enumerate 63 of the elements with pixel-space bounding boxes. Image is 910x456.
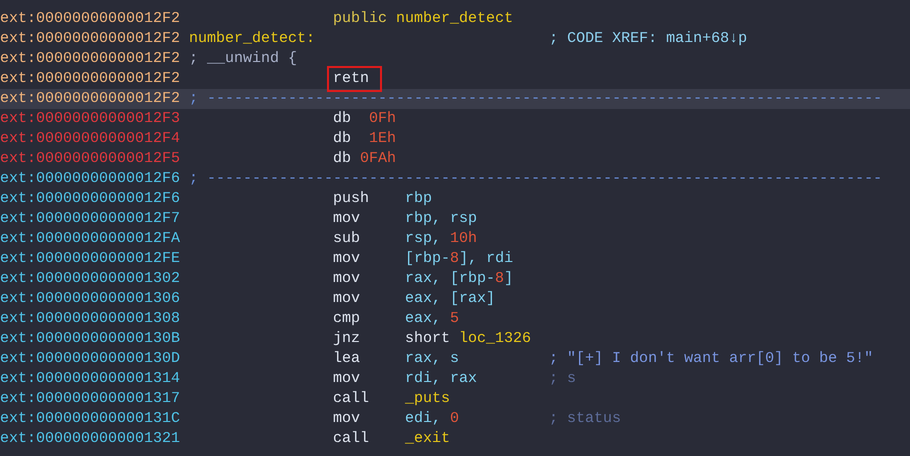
operand: rdi, rax	[405, 368, 478, 389]
operand: _puts	[405, 388, 452, 409]
operand: rax, [rbp-8]	[405, 268, 514, 289]
address: ext:00000000000012F2	[0, 28, 182, 49]
comment: ; s	[549, 368, 576, 389]
address: ext:00000000000012F4	[0, 128, 182, 149]
operand: eax, [rax]	[405, 288, 496, 309]
address: ext:0000000000001308	[0, 308, 182, 329]
address: ext:0000000000001306	[0, 288, 182, 309]
mnemonic: db	[333, 148, 352, 169]
address: ext:000000000000130B	[0, 328, 182, 349]
address: ext:00000000000012F2	[0, 68, 182, 89]
operand: [rbp-8], rdi	[405, 248, 514, 269]
mnemonic: retn	[327, 66, 382, 92]
address: ext:00000000000012FA	[0, 228, 182, 249]
address: ext:0000000000001314	[0, 368, 182, 389]
address: ext:00000000000012F2	[0, 8, 182, 29]
mnemonic: call	[333, 388, 370, 409]
mnemonic: mov	[333, 288, 360, 309]
comment: ; "[+] I don't want arr[0] to be 5!"	[549, 348, 874, 369]
address: ext:0000000000001317	[0, 388, 182, 409]
directive: public number_detect	[333, 8, 514, 29]
comment: ; CODE XREF: main+68↓p	[549, 28, 748, 49]
separator: ; ---------------------------------------------------------------------------	[189, 168, 882, 189]
operand: 0Fh	[368, 108, 396, 129]
address: ext:00000000000012F3	[0, 108, 182, 129]
address: ext:000000000000131C	[0, 408, 182, 429]
mnemonic: cmp	[333, 308, 360, 329]
mnemonic: call	[333, 428, 370, 449]
comment: ; __unwind {	[189, 48, 298, 69]
address: ext:00000000000012F2	[0, 88, 182, 109]
mnemonic: sub	[333, 228, 360, 249]
operand: 1Eh	[368, 128, 396, 149]
mnemonic: lea	[333, 348, 360, 369]
address: ext:00000000000012F6	[0, 188, 182, 209]
address: ext:00000000000012F7	[0, 208, 182, 229]
operand: short loc_1326	[405, 328, 532, 349]
mnemonic: mov	[333, 208, 360, 229]
mnemonic: mov	[333, 408, 360, 429]
address: ext:00000000000012F6	[0, 168, 182, 189]
operand: eax, 5	[405, 308, 460, 329]
address: ext:00000000000012FE	[0, 248, 182, 269]
operand: _exit	[405, 428, 452, 449]
address: ext:0000000000001302	[0, 268, 182, 289]
operand: edi, 0	[405, 408, 460, 429]
mnemonic: db	[333, 128, 352, 149]
address: ext:00000000000012F2	[0, 48, 182, 69]
operand: rbp, rsp	[405, 208, 478, 229]
operand: rax, s	[405, 348, 460, 369]
mnemonic: db	[333, 108, 352, 129]
mnemonic: jnz	[333, 328, 360, 349]
operand: rsp, 10h	[405, 228, 478, 249]
operand: 0FAh	[360, 148, 396, 169]
mnemonic: mov	[333, 248, 360, 269]
comment: ; status	[549, 408, 622, 429]
label: number_detect:	[189, 28, 316, 49]
address: ext:0000000000001321	[0, 428, 182, 449]
mnemonic: mov	[333, 368, 360, 389]
operand: rbp	[405, 188, 434, 209]
address: ext:000000000000130D	[0, 348, 182, 369]
mnemonic: push	[333, 188, 370, 209]
mnemonic: mov	[333, 268, 360, 289]
address: ext:00000000000012F5	[0, 148, 182, 169]
